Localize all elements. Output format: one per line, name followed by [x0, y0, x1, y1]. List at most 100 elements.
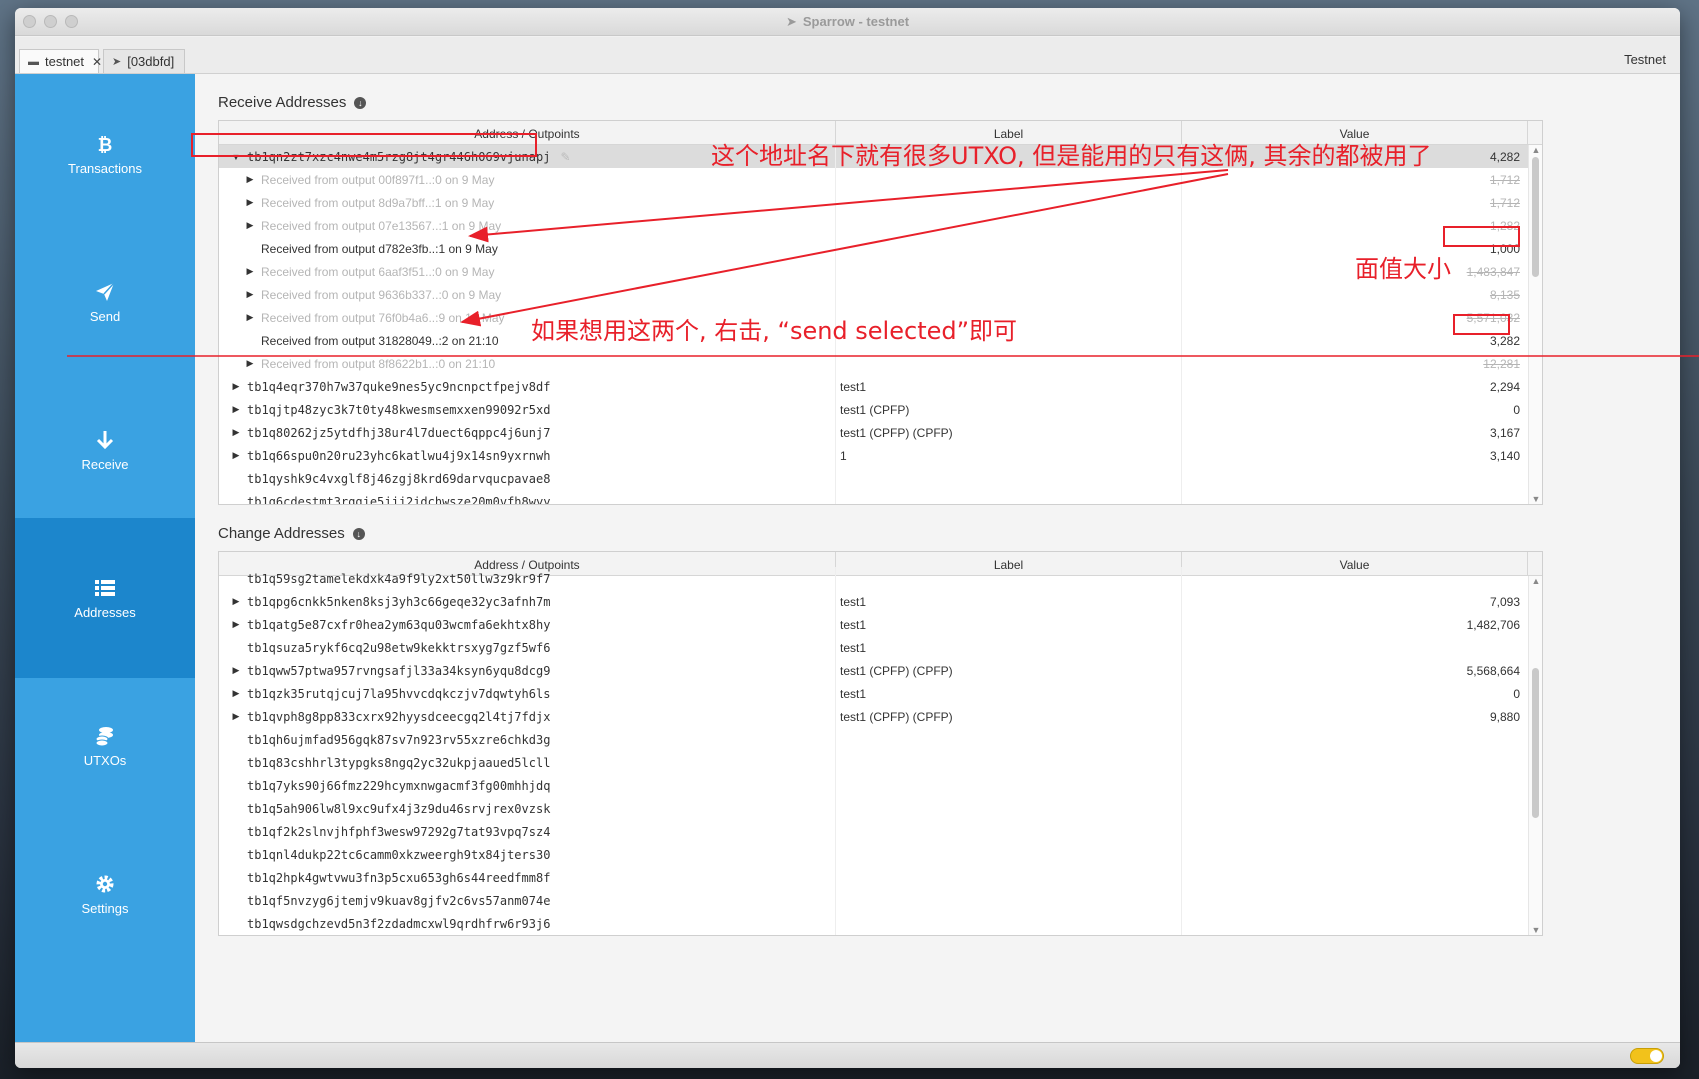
expand-right-icon[interactable]: ▶	[225, 665, 247, 676]
scroll-up-icon[interactable]: ▲	[1529, 145, 1542, 155]
table-row[interactable]: tb1qnl4dukp22tc6camm0xkzweergh9tx84jters…	[219, 843, 1542, 866]
outpoint-row[interactable]: Received from output d782e3fb..:1 on 9 M…	[219, 237, 1542, 260]
outpoint-row[interactable]: ▶ Received from output 9636b337..:0 on 9 …	[219, 283, 1542, 306]
label-cell[interactable]: test1 (CPFP)	[836, 398, 1182, 421]
label-cell[interactable]: test1	[836, 636, 1182, 659]
label-cell[interactable]	[836, 352, 1182, 375]
label-cell[interactable]	[836, 843, 1182, 866]
sidebar-item-utxos[interactable]: UTXOs	[15, 666, 195, 826]
scrollbar-thumb[interactable]	[1532, 157, 1539, 277]
table-row[interactable]: tb1q83cshhrl3typgks8ngq2yc32ukpjaaued5lc…	[219, 751, 1542, 774]
expand-right-icon[interactable]: ▶	[225, 404, 247, 415]
tab-testnet[interactable]: ▬ testnet ✕	[19, 49, 102, 73]
table-row[interactable]: ▶ tb1q4eqr370h7w37quke9nes5yc9ncnpctfpejv…	[219, 375, 1542, 398]
expand-right-icon[interactable]: ▶	[225, 711, 247, 722]
label-cell[interactable]	[836, 260, 1182, 283]
expand-right-icon[interactable]: ▶	[239, 266, 261, 277]
table-row[interactable]: ▶ tb1qvph8g8pp833cxrx92hyysdceecgq2l4tj7f…	[219, 705, 1542, 728]
table-row[interactable]: ▶ tb1q66spu0n20ru23yhc6katlwu4j9x14sn9yxr…	[219, 444, 1542, 467]
outpoint-row[interactable]: ▶ Received from output 00f897f1..:0 on 9 …	[219, 168, 1542, 191]
label-cell[interactable]	[836, 490, 1182, 504]
tab-transaction[interactable]: ➤ [03dbfd]	[103, 49, 185, 73]
outpoint-row[interactable]: ▶ Received from output 8d9a7bff..:1 on 9 …	[219, 191, 1542, 214]
table-row[interactable]: tb1q6cdestmt3rqgje5jjj2jdchwsze20m0vfh8w…	[219, 490, 1542, 504]
expand-right-icon[interactable]: ▶	[225, 688, 247, 699]
expand-right-icon[interactable]: ▶	[225, 619, 247, 630]
label-cell[interactable]: test1	[836, 682, 1182, 705]
sidebar-item-addresses[interactable]: Addresses	[15, 518, 195, 678]
label-cell[interactable]	[836, 912, 1182, 935]
expand-right-icon[interactable]: ▶	[225, 450, 247, 461]
export-icon[interactable]: ↓	[354, 96, 367, 109]
address-text: tb1q5ah906lw8l9xc9ufx4j3z9du46srvjrex0vz…	[247, 801, 551, 816]
label-cell[interactable]: 1	[836, 444, 1182, 467]
table-row[interactable]: tb1q5ah906lw8l9xc9ufx4j3z9du46srvjrex0vz…	[219, 797, 1542, 820]
label-cell[interactable]	[836, 774, 1182, 797]
expand-right-icon[interactable]: ▶	[239, 174, 261, 185]
label-cell[interactable]: test1 (CPFP) (CPFP)	[836, 705, 1182, 728]
outpoint-row[interactable]: ▶ Received from output 8f8622b1..:0 on 21…	[219, 352, 1542, 375]
scroll-up-icon[interactable]: ▲	[1529, 576, 1542, 586]
label-cell[interactable]: test1	[836, 613, 1182, 636]
zoom-window-button[interactable]	[65, 15, 78, 28]
close-window-button[interactable]	[23, 15, 36, 28]
outpoint-text: Received from output 8d9a7bff..:1 on 9 M…	[261, 195, 495, 210]
table-row[interactable]: tb1q59sg2tamelekdxk4a9f9ly2xt50llw3z9kr9…	[219, 567, 1542, 590]
expand-right-icon[interactable]: ▶	[239, 289, 261, 300]
label-cell[interactable]	[836, 889, 1182, 912]
table-row[interactable]: ▶ tb1qatg5e87cxfr0hea2ym63qu03wcmfa6ekhtx…	[219, 613, 1542, 636]
label-cell[interactable]	[836, 866, 1182, 889]
outpoint-row[interactable]: ▶ Received from output 6aaf3f51..:0 on 9 …	[219, 260, 1542, 283]
scroll-down-icon[interactable]: ▼	[1529, 494, 1542, 504]
edit-pencil-icon[interactable]: ✎	[560, 150, 570, 164]
change-scrollbar[interactable]: ▲ ▼	[1528, 576, 1542, 935]
label-cell[interactable]	[836, 820, 1182, 843]
table-row[interactable]: tb1q2hpk4gwtvwu3fn3p5cxu653gh6s44reedfmm…	[219, 866, 1542, 889]
expand-right-icon[interactable]: ▶	[239, 197, 261, 208]
label-cell[interactable]: test1 (CPFP) (CPFP)	[836, 421, 1182, 444]
scroll-down-icon[interactable]: ▼	[1529, 925, 1542, 935]
label-cell[interactable]	[836, 751, 1182, 774]
online-toggle[interactable]	[1630, 1048, 1664, 1064]
label-cell[interactable]: test1	[836, 590, 1182, 613]
table-row[interactable]: ▶ tb1q80262jz5ytdfhj38ur4l7duect6qppc4j6u…	[219, 421, 1542, 444]
receive-scrollbar[interactable]: ▲ ▼	[1528, 145, 1542, 504]
label-cell[interactable]: test1	[836, 375, 1182, 398]
table-row[interactable]: ▶ tb1qww57ptwa957rvngsafjl33a34ksyn6yqu8d…	[219, 659, 1542, 682]
minimize-window-button[interactable]	[44, 15, 57, 28]
sidebar-item-transactions[interactable]: ₿ Transactions	[15, 74, 195, 234]
label-cell[interactable]	[836, 168, 1182, 191]
sidebar-item-receive[interactable]: Receive	[15, 370, 195, 530]
label-cell[interactable]: test1 (CPFP) (CPFP)	[836, 659, 1182, 682]
table-row[interactable]: tb1qyshk9c4vxglf8j46zgj8krd69darvqucpava…	[219, 467, 1542, 490]
label-cell[interactable]	[836, 467, 1182, 490]
label-cell[interactable]	[836, 283, 1182, 306]
label-cell[interactable]	[836, 214, 1182, 237]
expand-right-icon[interactable]: ▶	[239, 220, 261, 231]
table-row[interactable]: tb1qf2k2slnvjhfphf3wesw97292g7tat93vpq7s…	[219, 820, 1542, 843]
table-row[interactable]: tb1qsuza5rykf6cq2u98etw9kekktrsxyg7gzf5w…	[219, 636, 1542, 659]
sidebar-item-settings[interactable]: Settings	[15, 814, 195, 974]
export-icon[interactable]: ↓	[352, 527, 365, 540]
table-row[interactable]: ▶ tb1qjtp48zyc3k7t0ty48kwesmsemxxen99092r…	[219, 398, 1542, 421]
label-cell[interactable]	[836, 728, 1182, 751]
label-cell[interactable]	[836, 567, 1182, 590]
label-cell[interactable]	[836, 237, 1182, 260]
table-row[interactable]: tb1qwsdgchzevd5n3f2zdadmcxwl9qrdhfrw6r93…	[219, 912, 1542, 935]
table-row[interactable]: tb1qf5nvzyg6jtemjv9kuav8gjfv2c6vs57anm07…	[219, 889, 1542, 912]
scrollbar-thumb[interactable]	[1532, 668, 1539, 818]
expand-right-icon[interactable]: ▶	[225, 427, 247, 438]
expand-right-icon[interactable]: ▶	[225, 381, 247, 392]
expand-right-icon[interactable]: ▶	[239, 312, 261, 323]
close-tab-icon[interactable]: ✕	[92, 55, 102, 69]
label-cell[interactable]	[836, 797, 1182, 820]
label-cell[interactable]	[836, 191, 1182, 214]
table-row[interactable]: tb1q7yks90j66fmz229hcymxnwgacmf3fg00mhhj…	[219, 774, 1542, 797]
outpoint-row[interactable]: ▶ Received from output 07e13567..:1 on 9 …	[219, 214, 1542, 237]
sidebar-item-send[interactable]: Send	[15, 222, 195, 382]
expand-right-icon[interactable]: ▶	[225, 596, 247, 607]
table-row[interactable]: ▶ tb1qpg6cnkk5nken8ksj3yh3c66geqe32yc3afn…	[219, 590, 1542, 613]
expand-right-icon[interactable]: ▶	[239, 358, 261, 369]
table-row[interactable]: ▶ tb1qzk35rutqjcuj7la95hvvcdqkczjv7dqwtyh…	[219, 682, 1542, 705]
table-row[interactable]: tb1qh6ujmfad956gqk87sv7n923rv55xzre6chkd…	[219, 728, 1542, 751]
